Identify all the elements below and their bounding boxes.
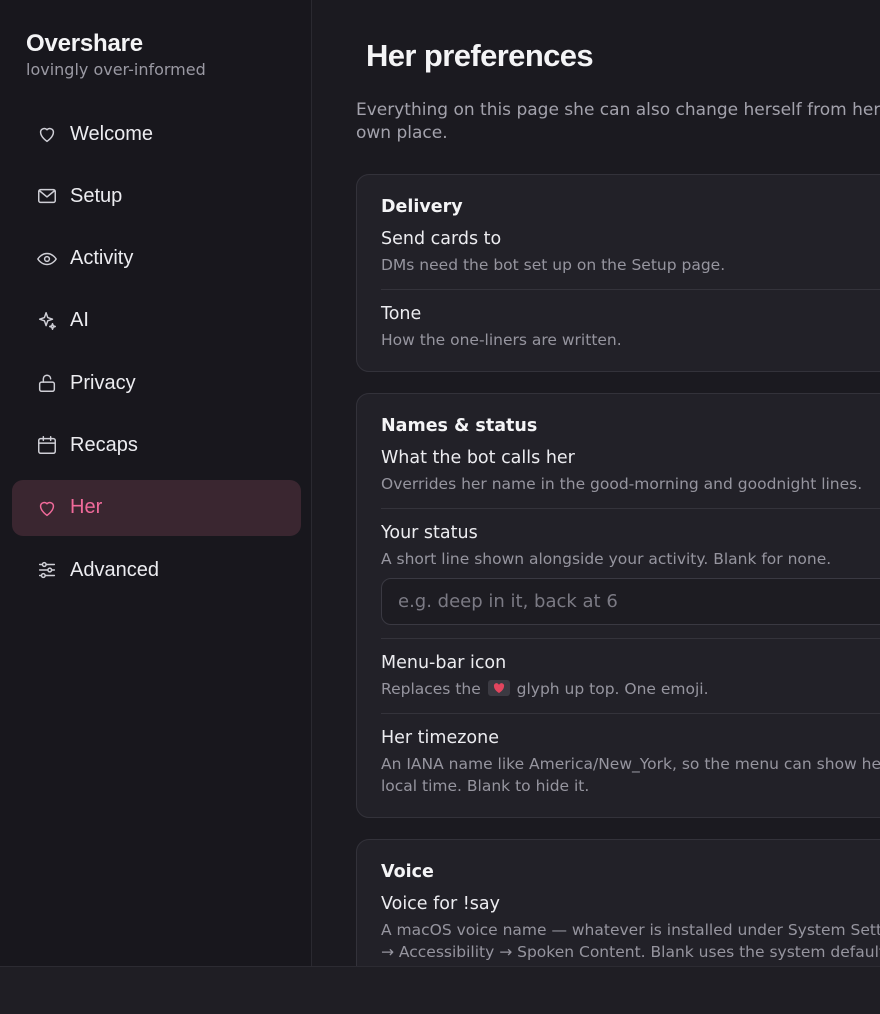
card-title: Voice: [381, 862, 434, 882]
her-timezone-label: Her timezone: [381, 728, 499, 748]
bot-calls-her-description: Overrides her name in the good-morning a…: [381, 475, 863, 493]
brand: Overshare lovingly over-informed: [26, 30, 206, 79]
sidebar-item-label: Welcome: [70, 122, 153, 145]
menu-bar-desc-before: Replaces the: [381, 680, 481, 698]
divider: [381, 289, 880, 290]
card-title: Names & status: [381, 416, 538, 436]
divider: [381, 508, 880, 509]
card-title: Delivery: [381, 197, 463, 217]
app-name: Overshare: [26, 30, 143, 57]
your-status-label: Your status: [381, 523, 478, 543]
sidebar-item-label: Setup: [70, 184, 123, 207]
app-window: Overshare lovingly over-informed Welcome…: [0, 0, 880, 1014]
calendar-icon: [35, 433, 59, 457]
delivery-card: Delivery Send cards to DMs need the bot …: [356, 174, 880, 372]
sidebar-item-label: Advanced: [70, 558, 159, 581]
sidebar-item-label: Recaps: [70, 433, 138, 456]
sidebar-item-advanced[interactable]: Advanced: [12, 542, 301, 598]
page-description: Everything on this page she can also cha…: [356, 100, 880, 143]
bot-calls-her-label: What the bot calls her: [381, 448, 575, 468]
sliders-icon: [35, 558, 59, 582]
sidebar-item-activity[interactable]: Activity: [12, 231, 301, 287]
send-cards-to-description: DMs need the bot set up on the Setup pag…: [381, 256, 726, 274]
main-content: Her preferences Everything on this page …: [313, 0, 880, 966]
menu-bar-icon-label: Menu-bar icon: [381, 653, 507, 673]
voice-for-say-label: Voice for !say: [381, 894, 500, 914]
status-input[interactable]: [381, 578, 880, 625]
sidebar-item-welcome[interactable]: Welcome: [12, 106, 301, 162]
heart-outline-icon: [35, 122, 59, 146]
sidebar: Overshare lovingly over-informed Welcome…: [0, 0, 312, 966]
sidebar-item-label: Privacy: [70, 371, 136, 394]
sidebar-nav: Welcome Setup Activity AI Privacy Recaps…: [12, 106, 301, 604]
voice-card: Voice Voice for !say A macOS voice name …: [356, 839, 880, 966]
envelope-icon: [35, 184, 59, 208]
sidebar-item-label: Her: [70, 496, 103, 519]
send-cards-to-label: Send cards to: [381, 229, 502, 249]
bottom-bar: [0, 966, 880, 1014]
names-status-card: Names & status What the bot calls her Ov…: [356, 393, 880, 818]
sidebar-item-label: AI: [70, 309, 89, 332]
sidebar-item-recaps[interactable]: Recaps: [12, 417, 301, 473]
tone-description: How the one-liners are written.: [381, 331, 622, 349]
menu-bar-desc-after: glyph up top. One emoji.: [516, 680, 709, 698]
her-timezone-description: An IANA name like America/New_York, so t…: [381, 755, 880, 795]
sidebar-item-setup[interactable]: Setup: [12, 168, 301, 224]
tone-label: Tone: [381, 304, 422, 324]
sparkles-icon: [35, 309, 59, 333]
sidebar-item-label: Activity: [70, 247, 134, 270]
lock-icon: [35, 371, 59, 395]
sidebar-item-her[interactable]: Her: [12, 479, 301, 536]
voice-for-say-description: A macOS voice name — whatever is install…: [381, 921, 880, 961]
page-title: Her preferences: [366, 38, 594, 73]
menu-bar-icon-description: Replaces the glyph up top. One emoji.: [381, 678, 880, 700]
sidebar-item-privacy[interactable]: Privacy: [12, 355, 301, 411]
love-letter-emoji-icon: [487, 680, 510, 696]
sidebar-item-ai[interactable]: AI: [12, 293, 301, 349]
divider: [381, 713, 880, 714]
heart-outline-icon: [35, 496, 59, 520]
app-tagline: lovingly over-informed: [26, 60, 206, 79]
your-status-description: A short line shown alongside your activi…: [381, 550, 832, 568]
eye-icon: [35, 247, 59, 271]
divider: [381, 638, 880, 639]
